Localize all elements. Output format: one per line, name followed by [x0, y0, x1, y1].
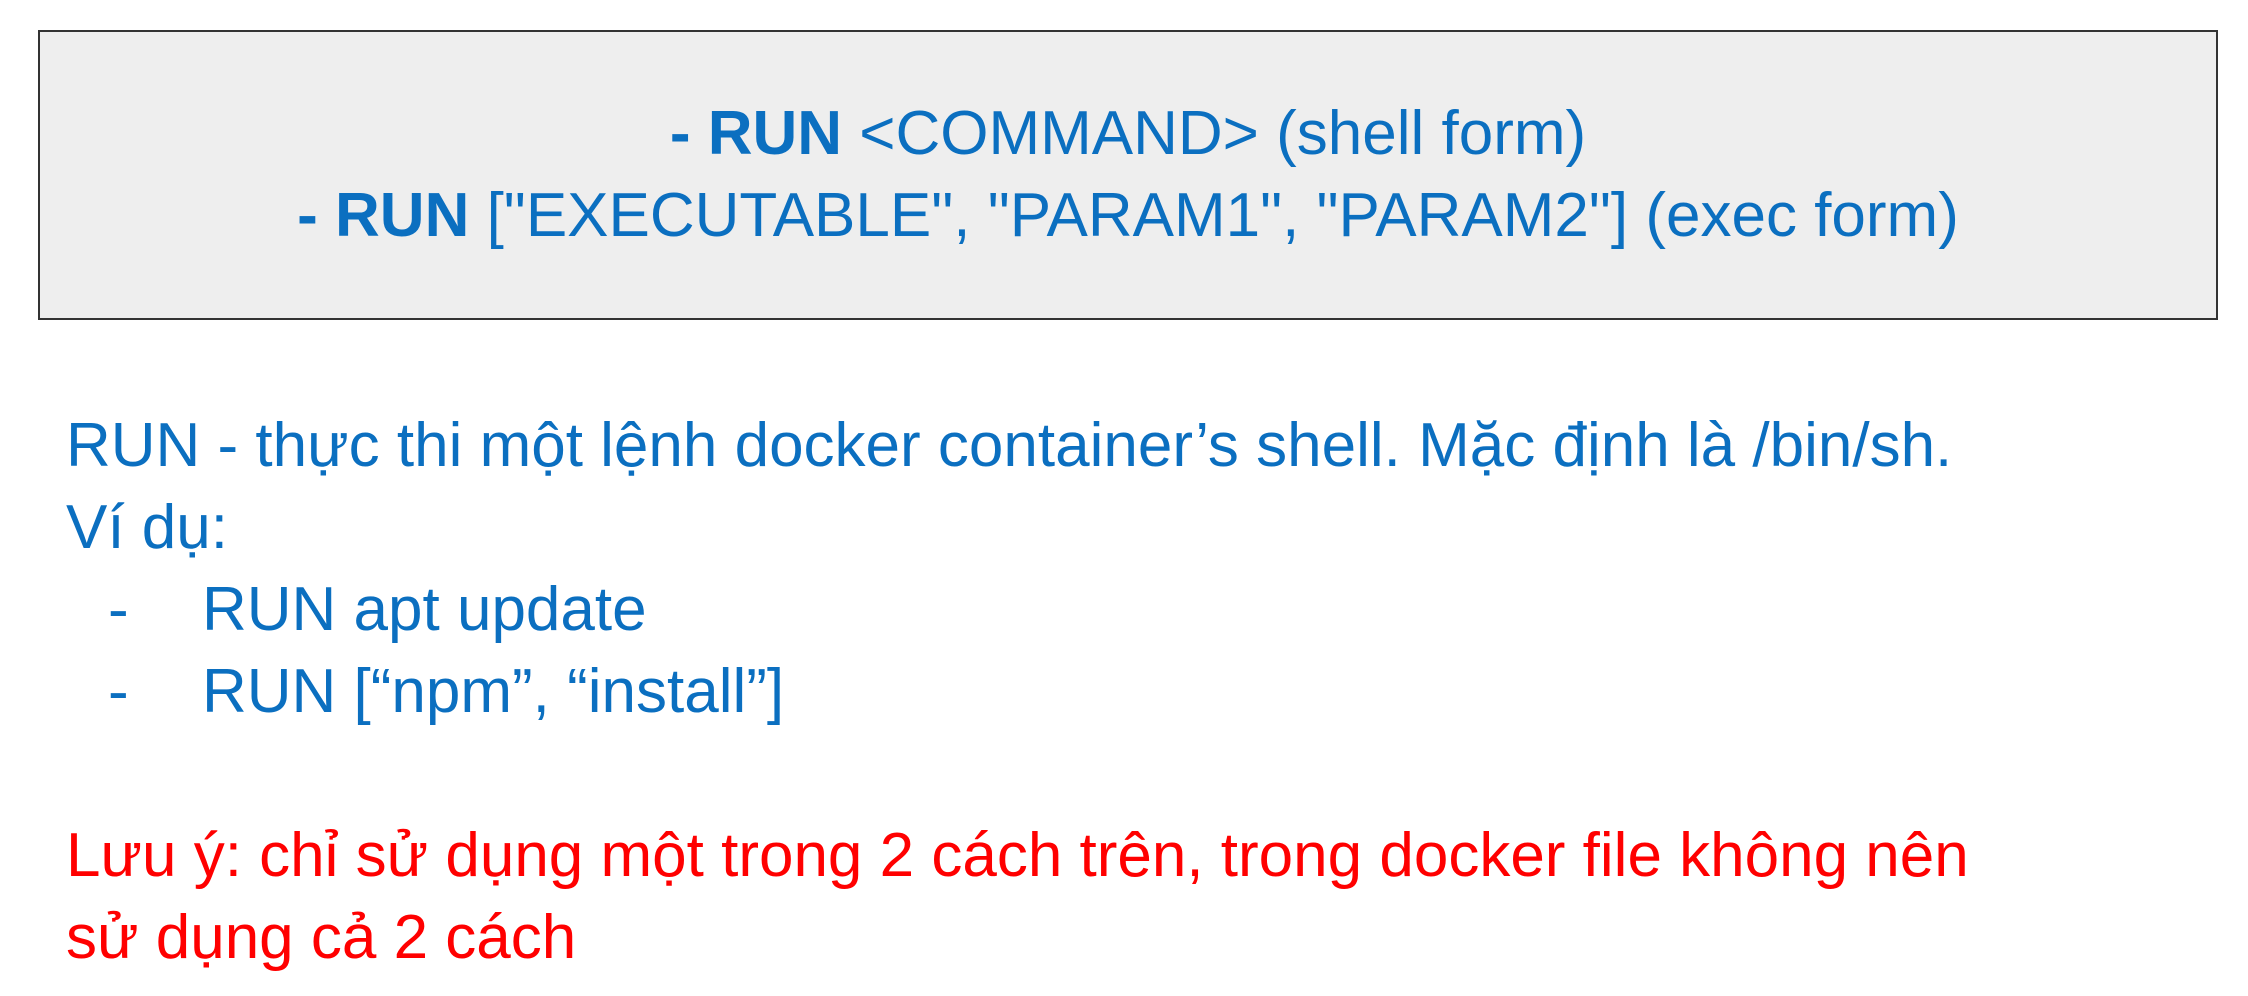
shell-form-keyword: RUN	[707, 99, 843, 168]
example-text: RUN [“npm”, “install”]	[202, 657, 785, 726]
shell-form-text: <COMMAND> (shell form)	[842, 99, 1587, 168]
example-text: RUN apt update	[202, 575, 647, 644]
exec-form-line: - RUN ["EXECUTABLE", "PARAM1", "PARAM2"]…	[297, 175, 1959, 257]
exec-form-dash: -	[297, 181, 336, 250]
example-heading: Ví dụ:	[66, 493, 228, 562]
list-bullet: -	[108, 657, 129, 726]
list-item: - RUN [“npm”, “install”]	[66, 651, 2226, 733]
description: RUN - thực thi một lệnh docker container…	[66, 405, 2226, 733]
shell-form-line: - RUN <COMMAND> (shell form)	[670, 93, 1586, 175]
exec-form-keyword: RUN	[335, 181, 470, 250]
shell-form-dash: -	[669, 99, 708, 168]
list-item: - RUN apt update	[66, 569, 2226, 651]
exec-form-text: ["EXECUTABLE", "PARAM1", "PARAM2"] (exec…	[469, 181, 1959, 250]
description-line: RUN - thực thi một lệnh docker container…	[66, 411, 1953, 480]
note-line: sử dụng cả 2 cách	[66, 903, 577, 972]
note-line: Lưu ý: chỉ sử dụng một trong 2 cách trên…	[66, 821, 1969, 890]
example-list: - RUN apt update - RUN [“npm”, “install”…	[66, 569, 2226, 733]
note: Lưu ý: chỉ sử dụng một trong 2 cách trên…	[66, 815, 2226, 979]
list-bullet: -	[108, 575, 129, 644]
syntax-box: - RUN <COMMAND> (shell form) - RUN ["EXE…	[38, 30, 2218, 320]
